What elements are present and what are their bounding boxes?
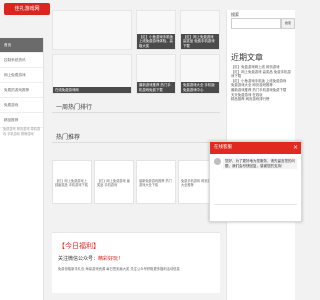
- avatar-icon: [214, 158, 221, 165]
- recent-article-link[interactable]: 精品推荐 网页游戏排行榜: [231, 97, 293, 102]
- today-title: 【今日福利】: [58, 242, 100, 250]
- featured-tile[interactable]: 最新游戏推荐 热门手机游戏免费下载: [136, 54, 176, 94]
- recommend-list: 【红】网上免费游戏上线赢奖品 手机游戏下载 【红】网上免费游戏 赢奖品 手机游戏…: [52, 160, 220, 204]
- recent-article-link[interactable]: 最新游戏推荐 热门手机游戏免费下载: [231, 88, 293, 93]
- list-item-text: 最新免费游戏推荐 热门游戏大全下载: [139, 179, 172, 188]
- today-welfare: 【今日福利】 关注微信公众号：精彩好玩！ 免费领取新手礼包 海量游戏资源 每日签…: [52, 232, 220, 293]
- search-input[interactable]: [231, 18, 281, 29]
- tile-caption: 【红】网上免费游戏 赢奖品 免费手机游戏下载: [181, 33, 219, 49]
- list-item-text: 【红】网上免费游戏上线赢奖品 手机游戏下载: [55, 179, 88, 188]
- featured-tile[interactable]: 在线免费游戏网: [52, 54, 132, 94]
- sidebar-item-featured[interactable]: 精品推荐: [0, 113, 43, 128]
- recent-article-link[interactable]: 【红】网上免费游戏 赢奖品 免费手机游戏下载: [231, 70, 293, 79]
- chat-popup: 在线客服 × 您好，为了更好地为您服务，请先留言您的问题，我们会尽快回复，感谢您…: [209, 141, 302, 222]
- sidebar-item-online[interactable]: 网上免费游戏: [0, 68, 43, 83]
- tile-caption: 免费游戏大全 手机版免费游戏中心: [181, 82, 219, 93]
- sidebar: 首页 控制系统资讯 网上免费游戏 免费的游戏推荐 免费游戏 精品推荐 免费游戏 …: [0, 38, 44, 300]
- brand-name: 佳礼游戏网: [14, 6, 40, 12]
- sidebar-item-recommend[interactable]: 免费的游戏推荐: [0, 83, 43, 98]
- list-item[interactable]: 最新免费游戏推荐 热门游戏大全下载: [136, 160, 176, 204]
- recent-articles-title: 近期文章: [231, 53, 263, 62]
- chat-input[interactable]: [214, 204, 297, 217]
- sidebar-item-home[interactable]: 首页: [0, 38, 43, 53]
- chat-popup-title: 在线客服: [214, 145, 232, 150]
- featured-tile[interactable]: 【红】小鱼游戏手机版上线免费游戏体验，赢取大奖: [136, 10, 176, 50]
- sidebar-item-news[interactable]: 控制系统资讯: [0, 53, 43, 68]
- section-title-recommend: 热门推荐: [56, 134, 81, 141]
- recent-articles-list: 【红】免费游戏网上线 网页游戏 【红】网上免费游戏 赢奖品 免费手机游戏下载 【…: [231, 65, 293, 102]
- section-title-hot: 一周热门排行: [56, 104, 93, 111]
- brand-logo[interactable]: 佳礼游戏网: [4, 3, 50, 15]
- featured-tile[interactable]: 免费游戏大全 手机版免费游戏中心: [180, 54, 220, 94]
- divider: [52, 112, 220, 113]
- featured-grid: 【红】小鱼游戏手机版上线免费游戏体验，赢取大奖 【红】网上免费游戏 赢奖品 免费…: [52, 10, 220, 94]
- search-button[interactable]: 搜索: [281, 18, 295, 29]
- chat-message: 您好，为了更好地为您服务，请先留言您的问题，我们会尽快回复，感谢您的支持！: [223, 158, 297, 170]
- sidebar-item-free[interactable]: 免费游戏: [0, 98, 43, 113]
- list-item[interactable]: 【红】网上免费游戏上线赢奖品 手机游戏下载: [52, 160, 92, 204]
- featured-tile[interactable]: 【红】网上免费游戏 赢奖品 免费手机游戏下载: [180, 10, 220, 50]
- list-item[interactable]: 【红】网上免费游戏 赢奖品 手机游戏: [94, 160, 134, 204]
- tile-caption: 【红】小鱼游戏手机版上线免费游戏体验，赢取大奖: [137, 33, 175, 49]
- close-icon[interactable]: ×: [293, 142, 298, 154]
- today-wechat-prefix: 关注微信公众号：: [58, 256, 99, 262]
- featured-tile[interactable]: [52, 10, 132, 50]
- today-wechat-line: 关注微信公众号：精彩好玩！: [58, 255, 123, 262]
- divider: [52, 142, 220, 143]
- chat-popup-header: 在线客服 ×: [210, 142, 301, 154]
- list-item-text: 【红】网上免费游戏 赢奖品 手机游戏: [97, 179, 130, 188]
- tile-caption: 在线免费游戏网: [53, 86, 131, 93]
- today-wechat-highlight[interactable]: 精彩好玩！: [98, 256, 123, 262]
- tile-caption: 最新游戏推荐 热门手机游戏免费下载: [137, 82, 175, 93]
- today-description: 免费领取新手礼包 海量游戏资源 每日签到赢大奖 关注公众号获取更多福利活动信息: [58, 267, 180, 271]
- sidebar-tags: 免费游戏 网页游戏 单机游戏 手机游戏 棋牌游戏: [3, 127, 41, 136]
